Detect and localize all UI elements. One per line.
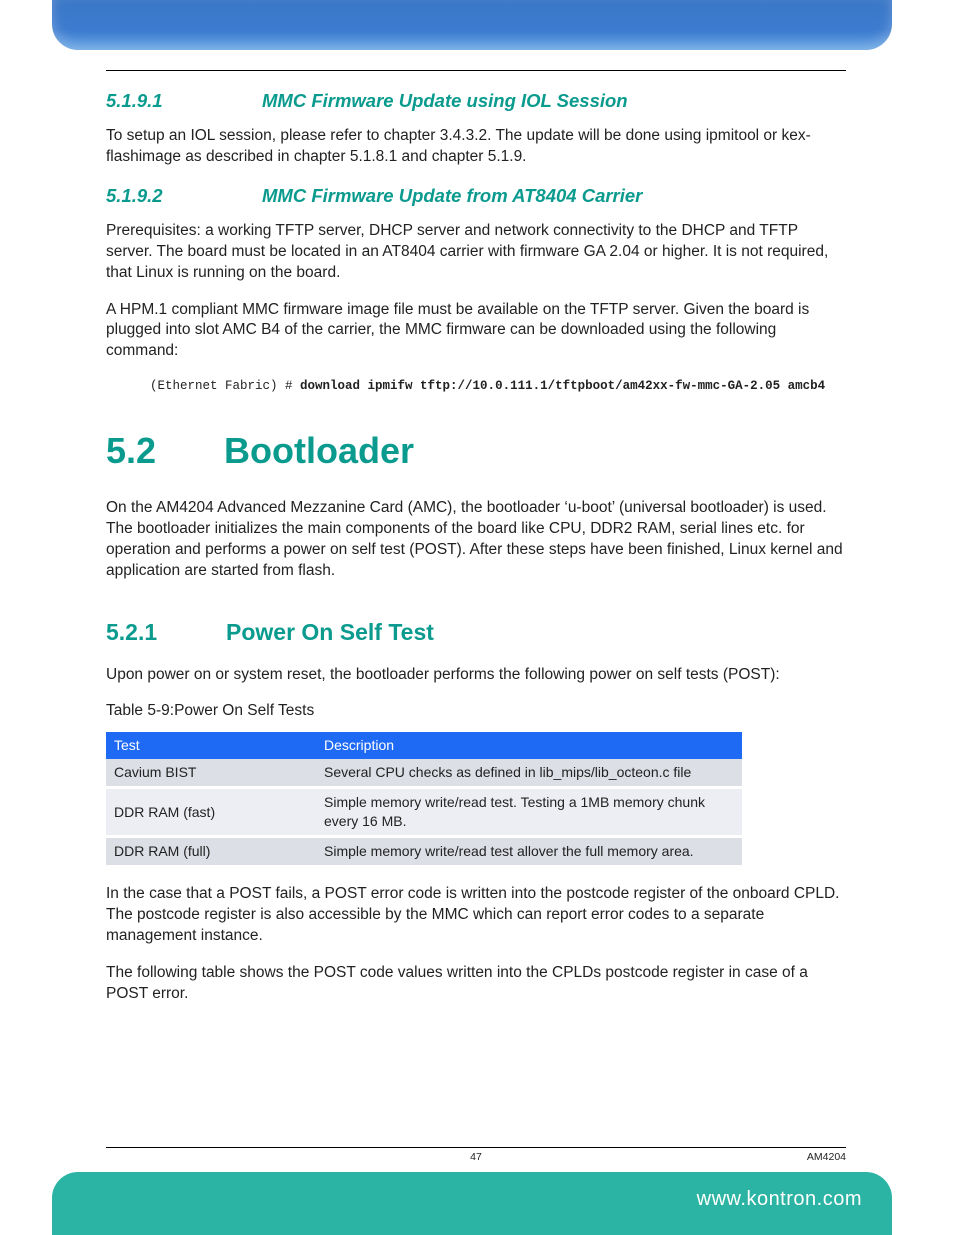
table-cell: DDR RAM (full) (106, 836, 316, 866)
top-rule (106, 70, 846, 71)
shell-command: download ipmifw tftp://10.0.111.1/tftpbo… (300, 379, 825, 393)
table-header-row: Test Description (106, 732, 742, 759)
heading-text: MMC Firmware Update from AT8404 Carrier (262, 184, 642, 209)
code-block: (Ethernet Fabric) # download ipmifw tftp… (150, 378, 846, 395)
document-id: AM4204 (807, 1150, 846, 1164)
table-header-cell: Description (316, 732, 742, 759)
page-content: 5.1.9.1 MMC Firmware Update using IOL Se… (106, 70, 846, 1020)
heading-text: Power On Self Test (226, 617, 434, 648)
table-cell: Simple memory write/read test. Testing a… (316, 788, 742, 837)
shell-prompt: (Ethernet Fabric) # (150, 379, 300, 393)
table-cell: Several CPU checks as defined in lib_mip… (316, 759, 742, 787)
table-row: DDR RAM (full) Simple memory write/read … (106, 836, 742, 866)
table-row: DDR RAM (fast) Simple memory write/read … (106, 788, 742, 837)
table-header-cell: Test (106, 732, 316, 759)
paragraph: Upon power on or system reset, the bootl… (106, 665, 846, 686)
page-footer: 47 AM4204 (106, 1147, 846, 1164)
heading-5.2.1: 5.2.1 Power On Self Test (106, 617, 846, 648)
heading-number: 5.2 (106, 427, 224, 476)
table-row: Cavium BIST Several CPU checks as define… (106, 759, 742, 787)
page-header-banner (52, 0, 892, 50)
paragraph: A HPM.1 compliant MMC firmware image fil… (106, 300, 846, 363)
page-number: 47 (470, 1150, 482, 1164)
paragraph: To setup an IOL session, please refer to… (106, 126, 846, 168)
table-cell: DDR RAM (fast) (106, 788, 316, 837)
paragraph: On the AM4204 Advanced Mezzanine Card (A… (106, 498, 846, 582)
paragraph: The following table shows the POST code … (106, 963, 846, 1005)
footer-url: www.kontron.com (697, 1186, 862, 1213)
heading-5.1.9.2: 5.1.9.2 MMC Firmware Update from AT8404 … (106, 184, 846, 209)
heading-number: 5.1.9.1 (106, 89, 262, 114)
table-caption: Table 5-9:Power On Self Tests (106, 701, 846, 722)
table-cell: Cavium BIST (106, 759, 316, 787)
heading-text: MMC Firmware Update using IOL Session (262, 89, 628, 114)
heading-5.1.9.1: 5.1.9.1 MMC Firmware Update using IOL Se… (106, 89, 846, 114)
heading-5.2: 5.2 Bootloader (106, 427, 846, 476)
table-cell: Simple memory write/read test allover th… (316, 836, 742, 866)
heading-text: Bootloader (224, 427, 414, 476)
heading-number: 5.1.9.2 (106, 184, 262, 209)
paragraph: In the case that a POST fails, a POST er… (106, 884, 846, 947)
paragraph: Prerequisites: a working TFTP server, DH… (106, 221, 846, 284)
post-tests-table: Test Description Cavium BIST Several CPU… (106, 732, 742, 867)
heading-number: 5.2.1 (106, 617, 226, 648)
page-footer-banner: www.kontron.com (52, 1172, 892, 1235)
